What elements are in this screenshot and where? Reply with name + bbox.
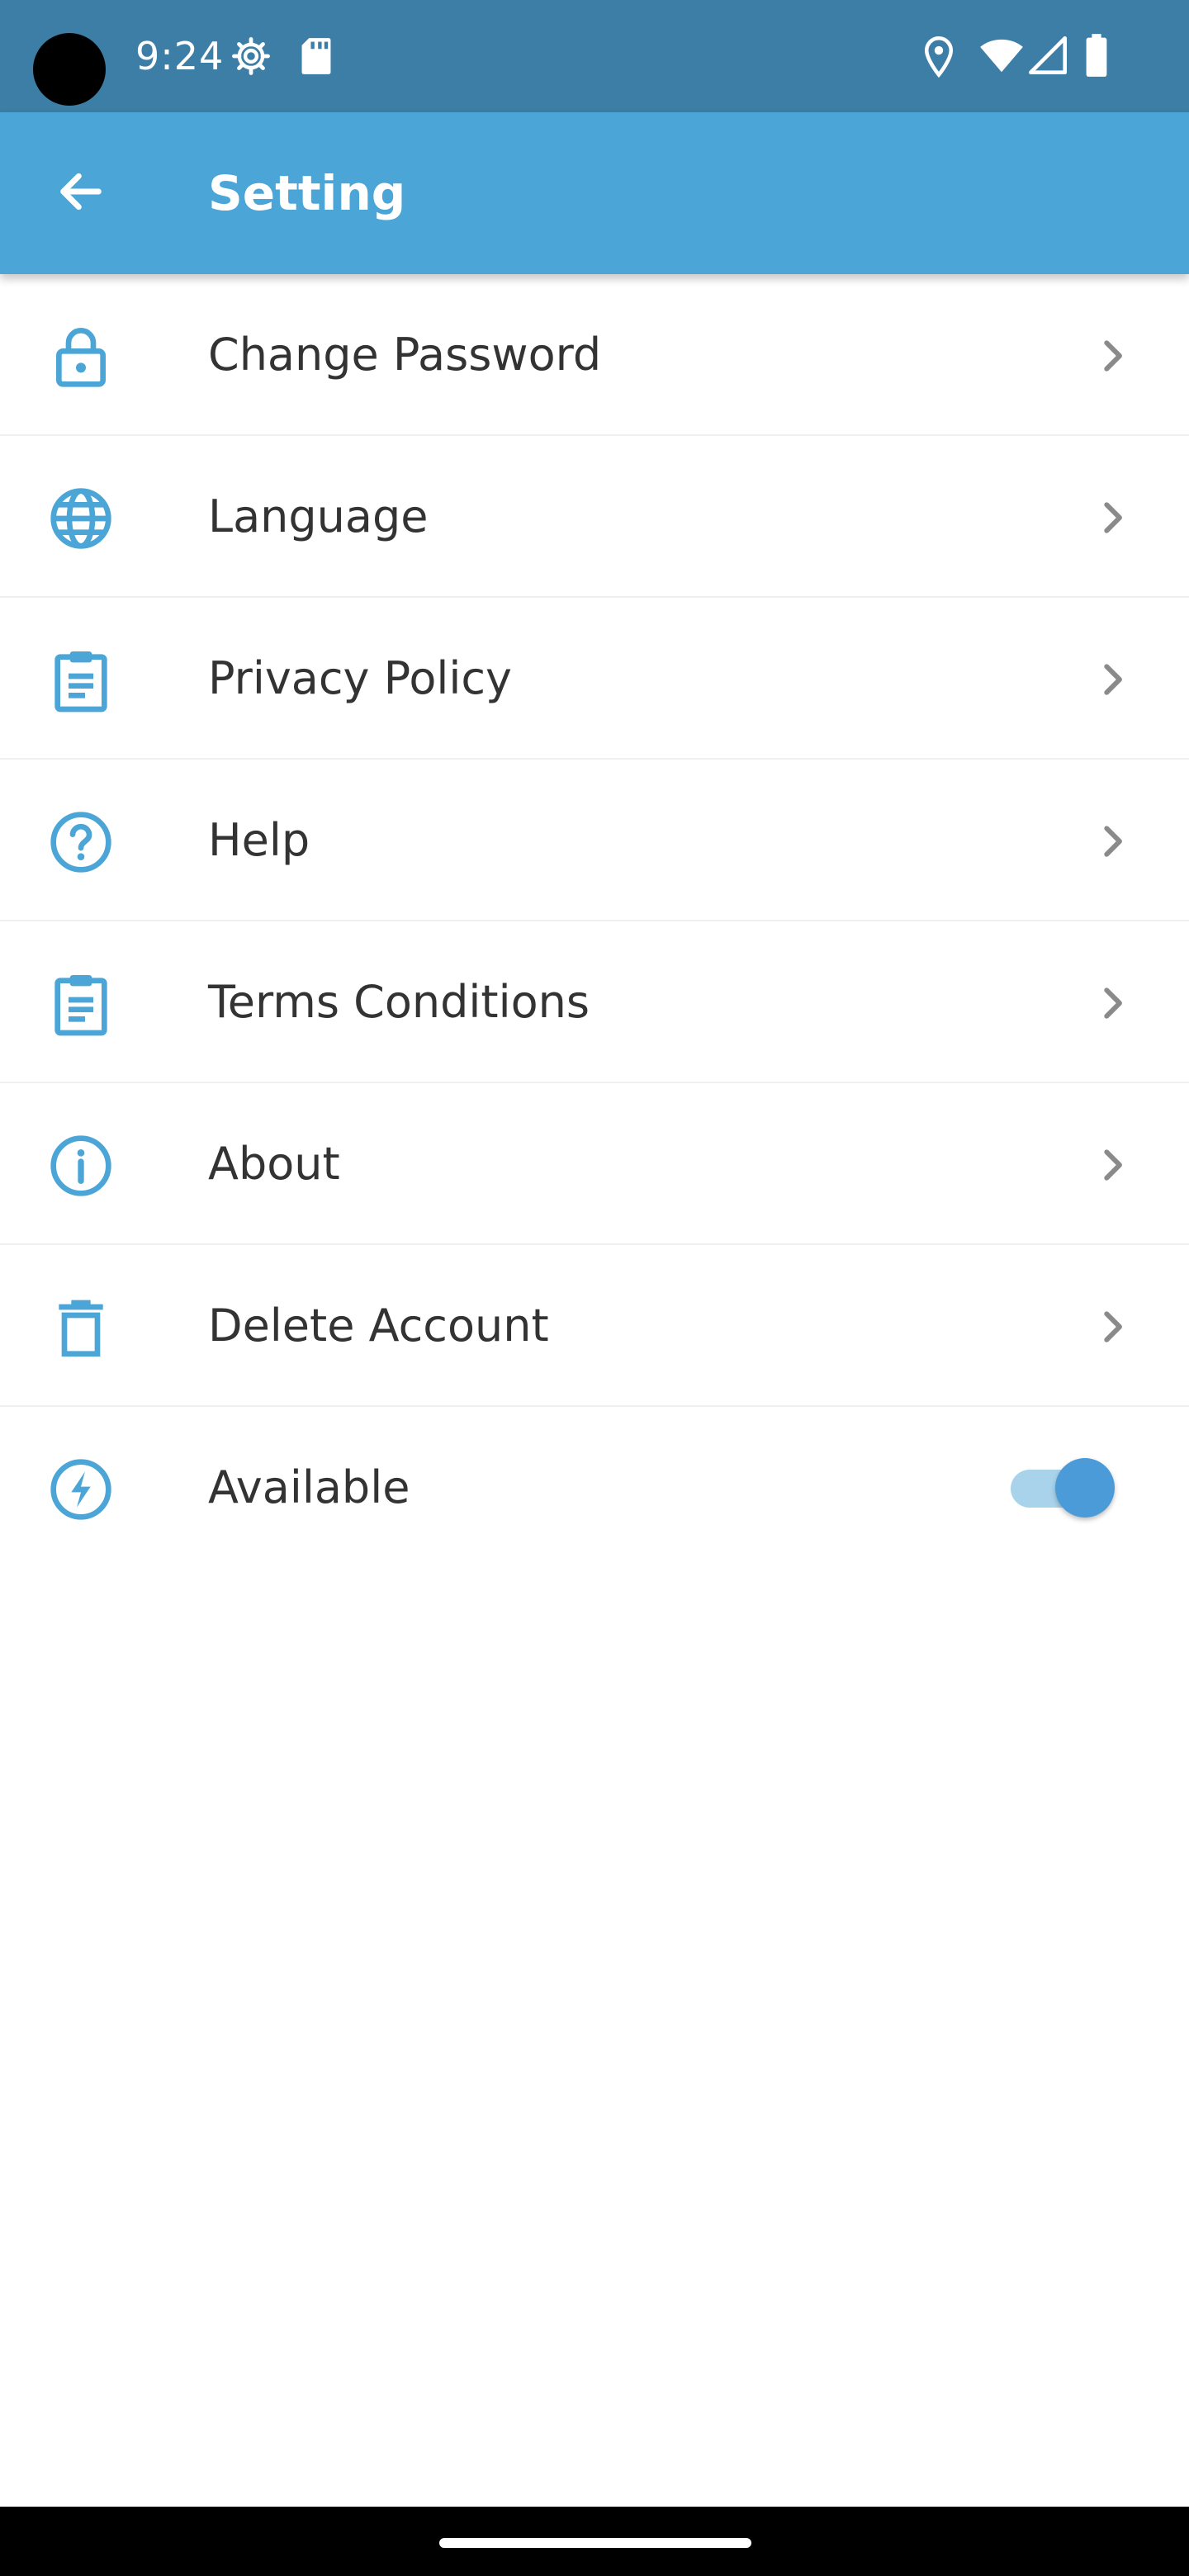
arrow-back-icon xyxy=(54,165,107,221)
chevron-right-icon xyxy=(1090,334,1135,378)
settings-item-help[interactable]: Help xyxy=(0,760,1189,921)
chevron-right-icon xyxy=(1090,495,1135,540)
chevron-right-icon xyxy=(1090,819,1135,864)
settings-item-terms-conditions[interactable]: Terms Conditions xyxy=(0,921,1189,1083)
chevron-right-icon xyxy=(1090,1143,1135,1187)
app-bar: Setting xyxy=(0,112,1189,274)
settings-list: Change Password Language Privacy Policy xyxy=(0,274,1189,1569)
globe-icon xyxy=(48,485,114,552)
toggle-thumb xyxy=(1055,1458,1115,1518)
chevron-right-icon xyxy=(1090,981,1135,1025)
settings-item-label: Available xyxy=(208,1461,410,1513)
home-gesture-handle[interactable] xyxy=(439,2538,751,2548)
available-toggle[interactable] xyxy=(1006,1458,1120,1518)
settings-item-label: About xyxy=(208,1138,340,1190)
info-circle-icon xyxy=(48,1133,114,1199)
settings-gear-icon xyxy=(230,35,272,81)
lock-icon xyxy=(48,324,114,390)
navigation-bar xyxy=(0,2507,1189,2576)
settings-item-change-password[interactable]: Change Password xyxy=(0,274,1189,436)
signal-icon xyxy=(1029,36,1067,78)
chevron-right-icon xyxy=(1090,1305,1135,1349)
chevron-right-icon xyxy=(1090,657,1135,702)
clipboard-icon xyxy=(48,647,114,713)
settings-item-label: Terms Conditions xyxy=(208,976,590,1028)
settings-item-language[interactable]: Language xyxy=(0,436,1189,598)
status-time: 9:24 xyxy=(135,34,225,78)
settings-item-privacy-policy[interactable]: Privacy Policy xyxy=(0,598,1189,760)
location-icon xyxy=(923,36,955,81)
camera-cutout xyxy=(33,33,106,106)
back-button[interactable] xyxy=(45,157,117,230)
settings-item-label: Language xyxy=(208,490,429,542)
clipboard-icon xyxy=(48,971,114,1037)
settings-item-label: Help xyxy=(208,814,310,866)
help-circle-icon xyxy=(48,809,114,875)
lightning-circle-icon xyxy=(48,1456,114,1522)
sd-card-icon xyxy=(299,36,334,79)
settings-item-label: Delete Account xyxy=(208,1300,549,1352)
settings-item-available: Available xyxy=(0,1407,1189,1569)
settings-item-about[interactable]: About xyxy=(0,1083,1189,1245)
settings-item-label: Privacy Policy xyxy=(208,652,513,704)
status-bar: 9:24 xyxy=(0,0,1189,112)
page-title: Setting xyxy=(208,165,406,221)
settings-item-label: Change Password xyxy=(208,329,602,381)
battery-icon xyxy=(1085,33,1108,81)
wifi-icon xyxy=(979,36,1024,78)
trash-icon xyxy=(48,1295,114,1361)
settings-item-delete-account[interactable]: Delete Account xyxy=(0,1245,1189,1407)
